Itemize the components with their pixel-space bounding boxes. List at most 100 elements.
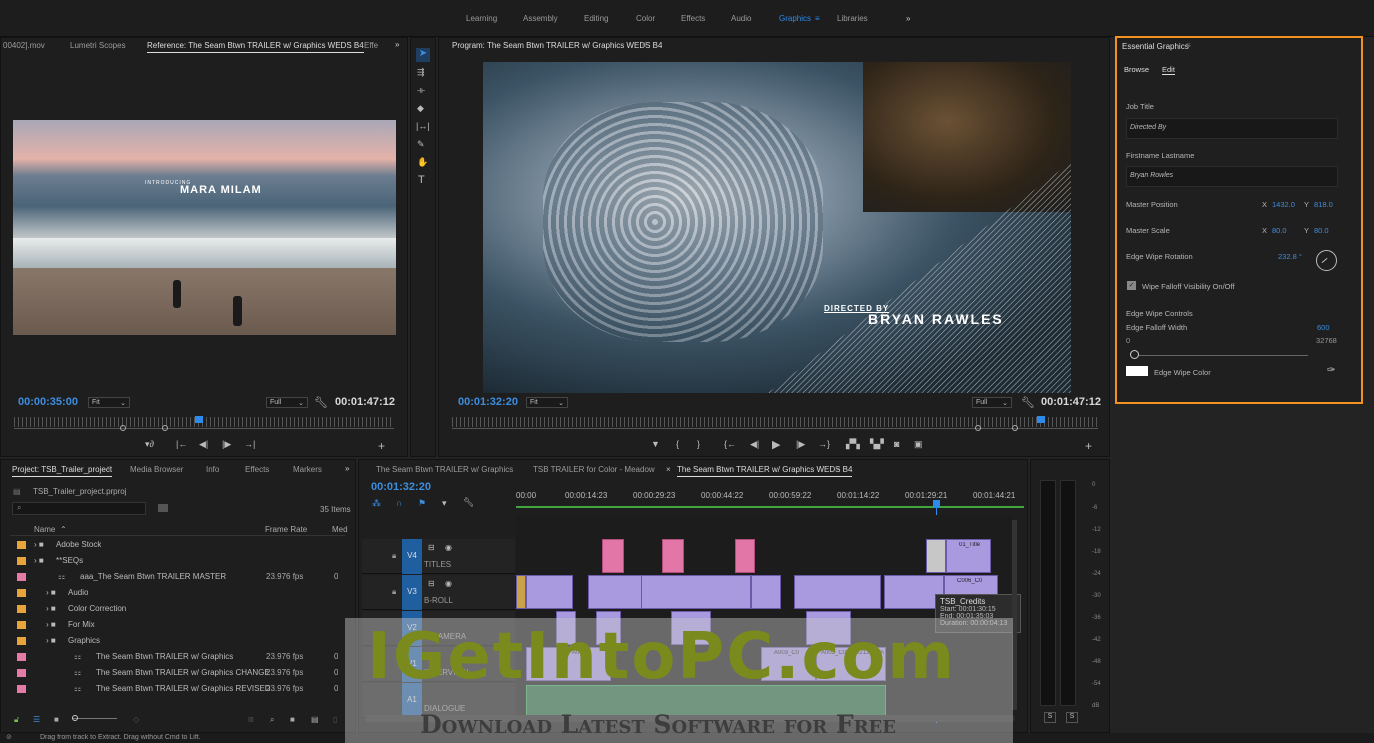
project-row[interactable]: ⚏ The Seam Btwn TRAILER w/ Graphics 23.976… <box>10 649 345 665</box>
falloff-width-slider-track[interactable] <box>1130 355 1308 356</box>
tab-markers[interactable]: Markers <box>293 465 322 474</box>
track-sync-icon[interactable]: ⊟ <box>428 543 435 552</box>
reference-timecode[interactable]: 00:00:35:00 <box>18 396 78 408</box>
timeline-settings-wrench-icon[interactable]: 🔧︎ <box>463 497 474 508</box>
project-row[interactable]: › ■ Audio <box>10 585 345 601</box>
workspace-color[interactable]: Color <box>636 14 655 23</box>
workspace-graphics[interactable]: Graphics <box>779 14 811 23</box>
edge-falloff-width-value[interactable]: 600 <box>1317 323 1330 332</box>
zoom-handle-right[interactable] <box>162 425 168 431</box>
credits-clip[interactable] <box>926 539 946 573</box>
timeline-menu-icon[interactable]: ≡ <box>835 464 840 473</box>
sort-ascending-icon[interactable]: ⌃ <box>60 525 67 534</box>
column-name[interactable]: Name <box>34 525 55 534</box>
hand-tool-icon[interactable]: ✋ <box>417 157 428 168</box>
mark-out-icon[interactable]: } <box>697 439 700 449</box>
workspace-menu-icon[interactable]: ≡ <box>815 14 820 23</box>
comparison-view-icon[interactable]: ▣ <box>914 439 923 450</box>
find-icon[interactable]: ⌕ <box>270 715 274 725</box>
insert-nest-icon[interactable]: ⁂ <box>372 498 381 509</box>
play-icon[interactable]: ▶ <box>772 438 780 451</box>
eyedropper-icon[interactable]: ✑ <box>1327 365 1335 376</box>
new-item-icon[interactable]: ▤ <box>311 715 319 724</box>
column-media[interactable]: Med <box>332 525 348 534</box>
name-field[interactable]: Bryan Rowles <box>1126 166 1338 187</box>
go-to-in-icon[interactable]: |← <box>176 439 187 449</box>
export-frame-camera-icon[interactable]: ◙ <box>894 439 899 449</box>
tab-effects-controls[interactable]: Effe <box>364 41 378 50</box>
go-to-in-point-icon[interactable]: {← <box>724 439 736 449</box>
clear-icon[interactable]: ▯ <box>333 715 337 724</box>
project-row[interactable]: ⚏ aaa_The Seam Btwn TRAILER MASTER 23.976 … <box>10 569 345 585</box>
add-marker-timeline-icon[interactable]: ▾ <box>442 498 447 509</box>
workspace-effects[interactable]: Effects <box>681 14 705 23</box>
title-clip-01[interactable]: 01_Title <box>946 539 991 573</box>
reference-scrub-ruler[interactable] <box>14 417 394 427</box>
track-eye-icon[interactable]: ◉ <box>445 579 452 588</box>
tab-reference[interactable]: Reference: The Seam Btwn TRAILER w/ Grap… <box>147 41 364 53</box>
program-fit-select[interactable]: Fit ⌄ <box>526 397 568 408</box>
step-back-icon[interactable]: ◀| <box>199 439 208 450</box>
tab-sequence-2[interactable]: TSB TRAILER for Color - Meadow <box>533 465 655 474</box>
job-title-field[interactable]: Directed By <box>1126 118 1338 139</box>
razor-tool-icon[interactable]: ◆ <box>417 103 424 114</box>
solo-right-button[interactable]: S <box>1066 712 1078 723</box>
position-y-value[interactable]: 818.0 <box>1314 200 1333 209</box>
eg-tab-browse[interactable]: Browse <box>1124 65 1149 74</box>
thumbnail-size-thumb[interactable] <box>72 715 78 721</box>
project-row[interactable]: › ■ For Mix <box>10 617 345 633</box>
broll-clip[interactable] <box>588 575 646 609</box>
thumbnail-size-slider[interactable] <box>72 718 117 719</box>
linked-selection-icon[interactable]: ⚑ <box>418 498 426 509</box>
wrench-icon[interactable]: 🔧︎ <box>314 396 328 409</box>
workspace-assembly[interactable]: Assembly <box>523 14 558 23</box>
workspace-learning[interactable]: Learning <box>466 14 497 23</box>
ripple-edit-tool-icon[interactable]: ⟛ <box>417 85 425 96</box>
automate-sequence-icon[interactable]: ▥ <box>248 716 254 723</box>
title-clip[interactable] <box>735 539 755 573</box>
broll-clip[interactable] <box>794 575 881 609</box>
track-lock-icon[interactable]: 🔒︎ <box>392 551 396 561</box>
more-panels-icon[interactable]: » <box>395 40 399 49</box>
reference-fit-select[interactable]: Fit ⌄ <box>88 397 130 408</box>
broll-clip[interactable] <box>751 575 781 609</box>
track-v3-target[interactable]: V3 <box>402 575 422 610</box>
tab-effects[interactable]: Effects <box>245 465 269 474</box>
project-row[interactable]: › ■ Graphics <box>10 633 345 649</box>
go-to-out-icon[interactable]: →| <box>244 439 255 449</box>
new-search-bin-icon[interactable] <box>158 504 168 512</box>
solo-left-button[interactable]: S <box>1044 712 1056 723</box>
program-menu-icon[interactable]: ≡ <box>642 40 647 49</box>
list-view-icon[interactable]: ☰ <box>33 715 40 724</box>
track-sync-icon[interactable]: ⊟ <box>428 579 435 588</box>
workspace-libraries[interactable]: Libraries <box>837 14 868 23</box>
column-frame-rate[interactable]: Frame Rate <box>265 525 307 534</box>
eg-tab-edit[interactable]: Edit <box>1162 65 1175 75</box>
step-forward-frame-icon[interactable]: |▶ <box>796 439 805 450</box>
falloff-width-slider-thumb[interactable] <box>1130 350 1140 359</box>
tab-project[interactable]: Project: TSB_Trailer_project <box>12 465 113 477</box>
type-tool-icon[interactable]: T <box>418 174 425 186</box>
rotation-dial-icon[interactable] <box>1316 250 1337 271</box>
add-button-icon[interactable]: + <box>378 439 385 453</box>
scale-x-value[interactable]: 80.0 <box>1272 226 1287 235</box>
program-zoom-bar[interactable] <box>452 428 1098 429</box>
pen-tool-icon[interactable]: ✎ <box>417 139 425 150</box>
timeline-timecode[interactable]: 00:01:32:20 <box>371 481 431 493</box>
broll-clip[interactable] <box>641 575 751 609</box>
tab-media-browser[interactable]: Media Browser <box>130 465 183 474</box>
program-zoom-handle-left[interactable] <box>975 425 981 431</box>
tab-source-clip[interactable]: 00402].mov <box>3 41 45 50</box>
sort-icons-icon[interactable]: ◇ <box>133 715 139 724</box>
add-marker-icon[interactable]: ▼ <box>651 439 660 449</box>
project-search-input[interactable]: ⌕ <box>12 502 146 515</box>
rotation-value[interactable]: 232.8 ° <box>1278 252 1302 261</box>
lift-icon[interactable]: ▞▚ <box>846 439 860 450</box>
falloff-visibility-checkbox[interactable]: ✓ <box>1127 281 1136 290</box>
mark-in-icon[interactable]: { <box>676 439 679 449</box>
reference-quality-select[interactable]: Full ⌄ <box>266 397 308 408</box>
program-scrub-ruler[interactable] <box>452 417 1098 427</box>
workspace-audio[interactable]: Audio <box>731 14 751 23</box>
extract-icon[interactable]: ▚▞ <box>870 439 884 450</box>
step-forward-icon[interactable]: |▶ <box>222 439 231 450</box>
